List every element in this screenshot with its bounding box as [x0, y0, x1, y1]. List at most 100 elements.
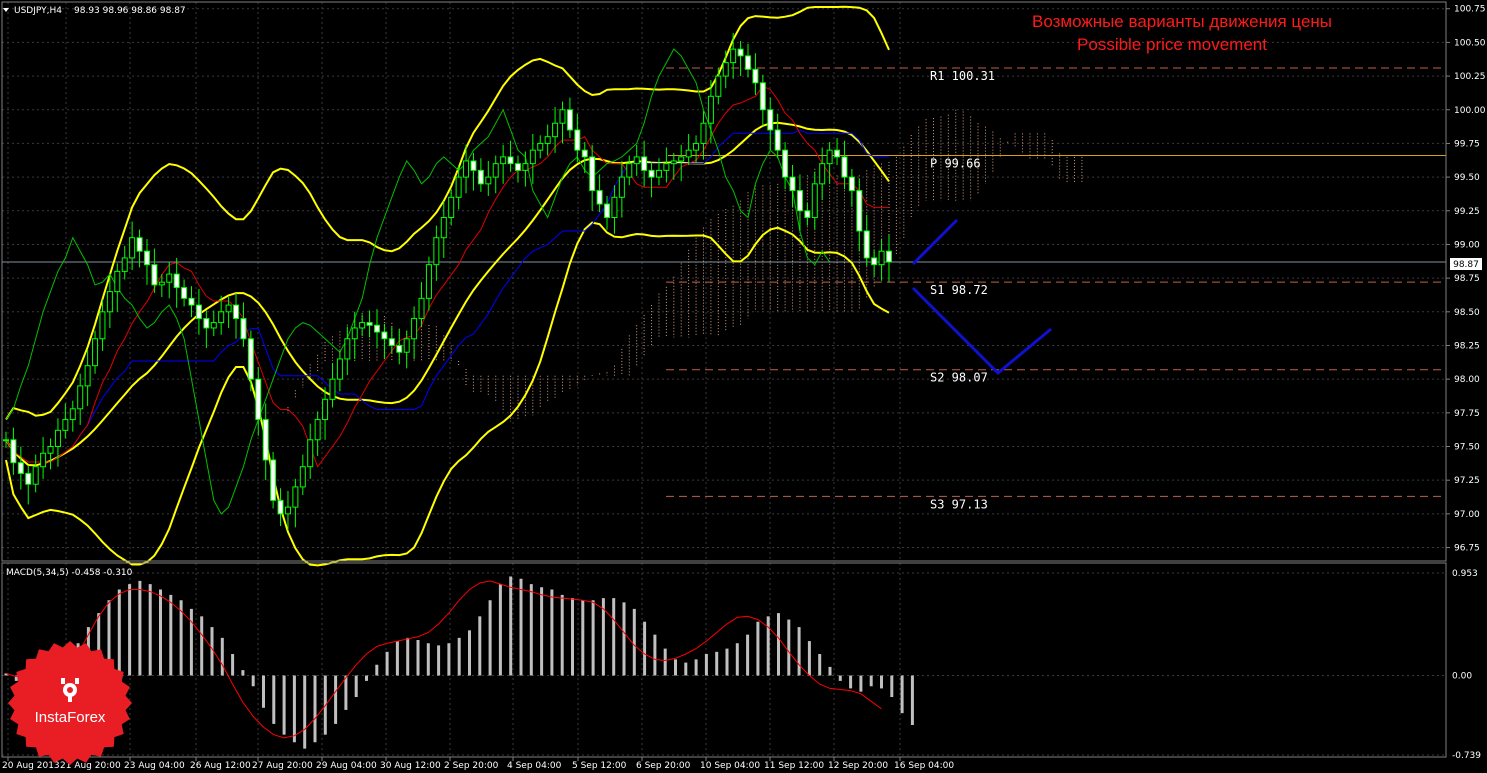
- candle-body: [225, 304, 232, 313]
- x-tick-label: 6 Sep 20:00: [636, 761, 691, 771]
- candle-body: [106, 291, 113, 313]
- candle-body: [69, 408, 76, 421]
- candle-body: [173, 273, 180, 289]
- candle-body: [507, 156, 514, 165]
- candle-body: [752, 68, 759, 84]
- candle-body: [885, 250, 892, 263]
- candle-body: [114, 270, 121, 293]
- y-tick-label: 97.25: [1454, 476, 1480, 486]
- candle-body: [737, 48, 744, 57]
- candle-body: [670, 160, 677, 165]
- candle-body: [299, 466, 306, 488]
- candle-body: [641, 156, 648, 171]
- candle-body: [819, 163, 826, 185]
- candle-body: [544, 136, 551, 144]
- candle-body: [284, 506, 291, 515]
- pivot-levels: R1 100.31 P 99.66 S1 98.72 S2 98.07 S3 97.13: [2, 67, 1446, 511]
- candle-body: [40, 452, 47, 468]
- candle-body: [151, 264, 158, 286]
- x-tick-label: 12 Sep 20:00: [828, 761, 888, 771]
- candle-body: [745, 55, 751, 70]
- candle-body: [492, 163, 499, 178]
- symbol-label: USDJPY,H4: [14, 6, 62, 16]
- bollinger-upper: [5, 5, 890, 421]
- level-label: R1 100.31: [930, 69, 995, 83]
- candle-body: [485, 176, 492, 185]
- x-tick-label: 30 Aug 12:00: [380, 761, 441, 771]
- candle-body: [863, 230, 870, 259]
- x-tick-label: 10 Sep 04:00: [700, 761, 760, 771]
- candle-body: [218, 311, 225, 324]
- candle-body: [262, 419, 269, 461]
- macd-panel: [4, 576, 914, 749]
- x-tick-label: 4 Sep 04:00: [507, 761, 562, 771]
- y-tick-label: 99.25: [1454, 207, 1480, 217]
- y-tick-label: 99.75: [1454, 139, 1480, 149]
- candle-body: [841, 156, 848, 178]
- candle-body: [589, 156, 596, 192]
- main-frame: [1, 1, 1447, 562]
- annotation-line-2: Possible price movement: [1077, 35, 1267, 54]
- candle-body: [396, 344, 403, 353]
- candle-body: [411, 318, 418, 340]
- y-tick-label: 97.00: [1454, 510, 1480, 520]
- candle-body: [143, 250, 150, 266]
- candle-body: [537, 142, 544, 151]
- candle-body: [529, 149, 536, 165]
- candle-body: [47, 446, 54, 454]
- candle-body: [796, 190, 803, 212]
- logo-seal-icon: [8, 641, 132, 765]
- chart-window: R1 100.31 P 99.66 S1 98.72 S2 98.07 S3 97.13…: [1, 1, 1486, 771]
- x-tick-label: 20 Aug 2013: [2, 761, 60, 771]
- candle-body: [604, 203, 611, 219]
- candle-body: [552, 122, 559, 138]
- candle-body: [566, 109, 573, 131]
- candle-body: [359, 322, 366, 329]
- candle-body: [693, 142, 700, 151]
- annotation-line-1: Возможные варианты движения цены: [1032, 12, 1332, 31]
- candle-body: [425, 264, 432, 299]
- candle-body: [336, 358, 343, 380]
- candle-body: [759, 82, 766, 111]
- level-label: P 99.66: [930, 157, 981, 171]
- y-tick-label: 100.50: [1454, 38, 1486, 48]
- candle-body: [871, 257, 878, 266]
- candle-body: [500, 156, 507, 165]
- candle-body: [277, 499, 284, 515]
- price-candles: [3, 32, 892, 531]
- candle-body: [181, 287, 188, 299]
- x-tick-label: 11 Sep 12:00: [764, 761, 824, 771]
- candle-body: [84, 365, 91, 387]
- y-tick-label: 100.25: [1454, 72, 1486, 82]
- candle-body: [514, 163, 521, 171]
- candle-body: [448, 196, 455, 219]
- candle-body: [678, 156, 685, 162]
- chart-menu-triangle-icon[interactable]: [3, 8, 9, 12]
- candle-body: [477, 169, 484, 185]
- candle-body: [856, 190, 863, 232]
- candle-body: [596, 190, 603, 205]
- candle-body: [77, 385, 84, 410]
- y-tick-label: 99.00: [1454, 240, 1480, 250]
- y-tick-label: 96.75: [1454, 544, 1480, 554]
- candle-body: [121, 257, 128, 272]
- x-tick-label: 26 Aug 12:00: [190, 761, 251, 771]
- y-tick-label: 100.75: [1454, 5, 1486, 15]
- instaforex-logo: InstaForex: [8, 641, 132, 765]
- candle-body: [351, 327, 358, 340]
- candle-body: [366, 322, 373, 326]
- y-tick-label: 97.75: [1454, 409, 1480, 419]
- candle-body: [826, 149, 833, 165]
- candle-body: [522, 163, 529, 171]
- candle-body: [136, 237, 143, 252]
- candle-body: [663, 163, 670, 171]
- candle-body: [618, 176, 625, 198]
- candle-body: [255, 378, 262, 421]
- macd-label: MACD(5,34,5) -0.458 -0.310: [6, 568, 133, 578]
- candle-body: [247, 338, 254, 380]
- level-label: S3 97.13: [930, 497, 988, 511]
- x-tick-label: 29 Aug 04:00: [316, 761, 377, 771]
- candle-body: [270, 459, 277, 501]
- x-tick-label: 16 Sep 04:00: [894, 761, 954, 771]
- candle-body: [559, 109, 566, 124]
